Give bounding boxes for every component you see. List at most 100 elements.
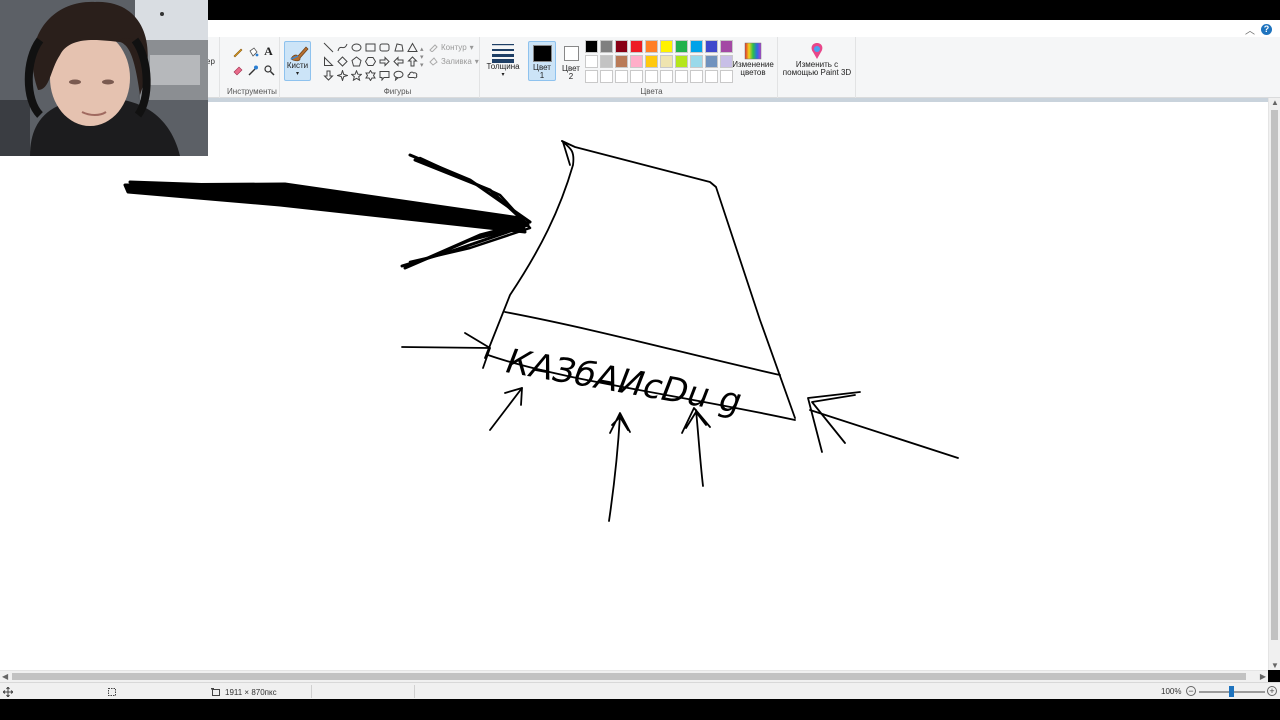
palette-swatch[interactable] bbox=[720, 70, 733, 83]
palette-swatch[interactable] bbox=[660, 40, 673, 53]
brushes-button[interactable]: Кисти ▾ bbox=[284, 41, 311, 81]
palette-swatch[interactable] bbox=[660, 70, 673, 83]
oval-shape-icon[interactable] bbox=[350, 41, 363, 54]
rect-callout-icon[interactable] bbox=[378, 69, 391, 82]
small-arrows-drawing bbox=[401, 332, 959, 522]
paint3d-label: Изменить с помощью Paint 3D bbox=[782, 60, 852, 77]
size-button[interactable]: Толщина ▾ bbox=[484, 41, 522, 81]
collapse-ribbon-icon[interactable]: ︿ bbox=[1245, 22, 1255, 37]
palette-swatch[interactable] bbox=[690, 55, 703, 68]
thick-arrow-drawing bbox=[123, 153, 532, 270]
palette-swatch[interactable] bbox=[630, 40, 643, 53]
drawing-svg: КАЗбАИсDu g bbox=[123, 140, 959, 522]
hexagon-shape-icon[interactable] bbox=[364, 55, 377, 68]
status-bar: 1911 × 870пкс 100% − + bbox=[0, 682, 1280, 699]
palette-swatch[interactable] bbox=[675, 40, 688, 53]
edit-colors-button[interactable]: Изменение цветов bbox=[731, 41, 775, 81]
horizontal-scroll-thumb[interactable] bbox=[12, 673, 1246, 680]
outline-chevron-icon: ▾ bbox=[469, 42, 474, 52]
color-picker-icon[interactable] bbox=[246, 63, 259, 76]
palette-swatch[interactable] bbox=[720, 40, 733, 53]
palette-swatch[interactable] bbox=[690, 70, 703, 83]
palette-swatch[interactable] bbox=[705, 70, 718, 83]
palette-swatch[interactable] bbox=[705, 40, 718, 53]
canvas-dimensions: 1911 × 870пкс bbox=[225, 687, 277, 697]
palette-swatch[interactable] bbox=[675, 70, 688, 83]
vertical-scroll-thumb[interactable] bbox=[1271, 110, 1278, 640]
band-text-drawing: КАЗбАИсDu g bbox=[503, 341, 744, 422]
shapes-group-label: Фигуры bbox=[383, 87, 412, 96]
palette-swatch[interactable] bbox=[585, 55, 598, 68]
up-arrow-shape-icon[interactable] bbox=[406, 55, 419, 68]
five-point-star-icon[interactable] bbox=[350, 69, 363, 82]
palette-swatch[interactable] bbox=[705, 55, 718, 68]
shapes-scroll-icon[interactable]: ▴ ▾ ▾ bbox=[420, 45, 424, 69]
help-icon[interactable]: ? bbox=[1261, 24, 1272, 35]
palette-swatch[interactable] bbox=[690, 40, 703, 53]
drawing-canvas[interactable]: КАЗбАИсDu g bbox=[0, 98, 1280, 670]
text-tool-icon[interactable]: A bbox=[262, 44, 275, 58]
pencil-icon[interactable] bbox=[231, 45, 244, 58]
brushes-label: Кисти bbox=[286, 61, 309, 70]
magnifier-icon[interactable] bbox=[262, 63, 275, 76]
palette-swatch[interactable] bbox=[615, 70, 628, 83]
palette-swatch[interactable] bbox=[660, 55, 673, 68]
scroll-down-icon[interactable]: ▼ bbox=[1271, 661, 1279, 670]
palette-swatch[interactable] bbox=[630, 55, 643, 68]
zoom-slider-thumb[interactable] bbox=[1229, 686, 1234, 697]
brushes-dropdown-icon: ▾ bbox=[295, 71, 299, 77]
rectangle-shape-icon[interactable] bbox=[364, 41, 377, 54]
zoom-out-icon[interactable]: − bbox=[1186, 686, 1196, 696]
curve-shape-icon[interactable] bbox=[336, 41, 349, 54]
palette-swatch[interactable] bbox=[645, 55, 658, 68]
triangle-shape-icon[interactable] bbox=[406, 41, 419, 54]
scroll-up-icon[interactable]: ▲ bbox=[1271, 98, 1279, 107]
vertical-scrollbar[interactable]: ▲ ▼ bbox=[1268, 98, 1280, 670]
palette-swatch[interactable] bbox=[720, 55, 733, 68]
down-arrow-shape-icon[interactable] bbox=[322, 69, 335, 82]
status-divider bbox=[311, 685, 312, 698]
fill-chevron-icon: ▾ bbox=[474, 56, 479, 66]
size-label: Толщина bbox=[486, 62, 520, 71]
palette-swatch[interactable] bbox=[600, 70, 613, 83]
cloud-callout-icon[interactable] bbox=[406, 69, 419, 82]
polygon-shape-icon[interactable] bbox=[392, 41, 405, 54]
eraser-icon[interactable] bbox=[231, 63, 244, 76]
zoom-in-icon[interactable]: + bbox=[1267, 686, 1277, 696]
palette-swatch[interactable] bbox=[585, 70, 598, 83]
palette-swatch[interactable] bbox=[630, 70, 643, 83]
palette-swatch[interactable] bbox=[615, 55, 628, 68]
canvas-size-status: 1911 × 870пкс bbox=[211, 687, 277, 697]
colors-group-label: Цвета bbox=[640, 87, 663, 96]
palette-swatch[interactable] bbox=[600, 55, 613, 68]
palette-swatch[interactable] bbox=[645, 40, 658, 53]
color-palette bbox=[585, 40, 733, 83]
horizontal-scrollbar[interactable]: ◀ ▶ bbox=[0, 670, 1268, 682]
fill-dropdown[interactable]: Заливка ▾ bbox=[428, 56, 479, 66]
palette-swatch[interactable] bbox=[600, 40, 613, 53]
shapes-gallery bbox=[322, 41, 419, 82]
line-shape-icon[interactable] bbox=[322, 41, 335, 54]
title-controls: ︿ ? bbox=[1245, 22, 1272, 37]
bottom-black-bar bbox=[0, 699, 1280, 720]
right-triangle-shape-icon[interactable] bbox=[322, 55, 335, 68]
six-point-star-icon[interactable] bbox=[364, 69, 377, 82]
palette-swatch[interactable] bbox=[645, 70, 658, 83]
rounded-rectangle-shape-icon[interactable] bbox=[378, 41, 391, 54]
fill-bucket-icon[interactable] bbox=[246, 45, 259, 58]
size-dropdown-icon: ▾ bbox=[501, 72, 505, 78]
diamond-shape-icon[interactable] bbox=[336, 55, 349, 68]
scroll-right-icon[interactable]: ▶ bbox=[1260, 672, 1266, 681]
palette-swatch[interactable] bbox=[675, 55, 688, 68]
outline-dropdown[interactable]: Контур ▾ bbox=[428, 42, 474, 52]
left-arrow-shape-icon[interactable] bbox=[392, 55, 405, 68]
palette-swatch[interactable] bbox=[585, 40, 598, 53]
ribbon-group-shapes: ▴ ▾ ▾ Контур ▾ Заливка ▾ Фигуры bbox=[316, 37, 480, 98]
right-arrow-shape-icon[interactable] bbox=[378, 55, 391, 68]
palette-swatch[interactable] bbox=[615, 40, 628, 53]
paint3d-button[interactable]: Изменить с помощью Paint 3D bbox=[782, 41, 852, 81]
four-point-star-icon[interactable] bbox=[336, 69, 349, 82]
scroll-left-icon[interactable]: ◀ bbox=[2, 672, 8, 681]
pentagon-shape-icon[interactable] bbox=[350, 55, 363, 68]
oval-callout-icon[interactable] bbox=[392, 69, 405, 82]
